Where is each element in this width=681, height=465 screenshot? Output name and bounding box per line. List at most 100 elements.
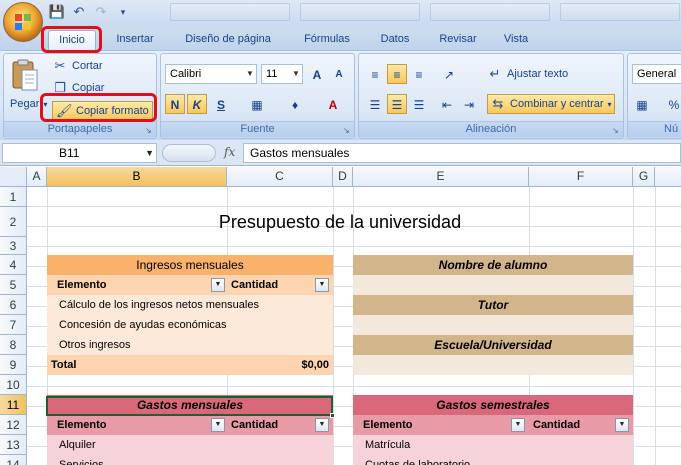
align-bottom-button[interactable]: ≡: [409, 64, 429, 84]
info-nombre-value[interactable]: [353, 275, 633, 295]
column-header-e[interactable]: E: [353, 167, 529, 187]
select-all-corner[interactable]: [0, 167, 27, 187]
font-size-combo[interactable]: 11 ▼: [261, 64, 303, 84]
currency-button[interactable]: ▦: [632, 94, 652, 114]
number-format-combo[interactable]: General: [632, 64, 681, 84]
dialog-launcher-icon[interactable]: ↘: [343, 126, 352, 135]
ingresos-item-1[interactable]: Cálculo de los ingresos netos mensuales: [47, 295, 333, 315]
filter-dropdown-icon[interactable]: ▼: [315, 418, 329, 432]
gastos-semestrales-item-1[interactable]: Matrícula: [353, 435, 529, 455]
underline-button[interactable]: S: [211, 94, 231, 114]
ingresos-item-3[interactable]: Otros ingresos: [47, 335, 227, 355]
column-header-b[interactable]: B: [47, 167, 227, 187]
row-header-9[interactable]: 9: [0, 355, 27, 375]
fill-handle[interactable]: [330, 413, 335, 418]
borders-button[interactable]: ▦: [247, 94, 267, 114]
gastos-semestrales-col-cantidad[interactable]: Cantidad ▼: [529, 415, 633, 435]
merge-center-button[interactable]: ⇆ Combinar y centrar ▾: [487, 94, 615, 114]
row-header-10[interactable]: 10: [0, 375, 27, 395]
row-header-14[interactable]: 14: [0, 455, 27, 465]
column-header-f[interactable]: F: [529, 167, 633, 187]
decrease-indent-button[interactable]: ⇤: [437, 94, 457, 114]
gastos-mensuales-item-1[interactable]: Alquiler: [47, 435, 227, 455]
filter-dropdown-icon[interactable]: ▼: [615, 418, 629, 432]
ingresos-header[interactable]: Ingresos mensuales: [47, 255, 333, 275]
filter-dropdown-icon[interactable]: ▼: [211, 418, 225, 432]
gastos-mensuales-item-1-amount[interactable]: [227, 435, 333, 455]
tab-diseno-pagina[interactable]: Diseño de página: [178, 30, 278, 50]
paste-icon[interactable]: [10, 58, 40, 92]
dialog-launcher-icon[interactable]: ↘: [145, 126, 154, 135]
column-header-a[interactable]: A: [27, 167, 47, 187]
name-box[interactable]: B11 ▼: [2, 143, 157, 163]
undo-icon[interactable]: ↶: [70, 4, 88, 20]
row-header-6[interactable]: 6: [0, 295, 27, 315]
filter-dropdown-icon[interactable]: ▼: [211, 278, 225, 292]
row-header-3[interactable]: 3: [0, 237, 27, 255]
shrink-font-button[interactable]: A: [329, 64, 349, 84]
info-escuela-header[interactable]: Escuela/Universidad: [353, 335, 633, 355]
info-escuela-value[interactable]: [353, 355, 633, 375]
ingresos-total-label[interactable]: Total: [47, 355, 227, 375]
gastos-semestrales-col-elemento[interactable]: Elemento ▼: [353, 415, 529, 435]
row-header-8[interactable]: 8: [0, 335, 27, 355]
percent-button[interactable]: %: [664, 94, 681, 114]
formula-bar-expand-handle[interactable]: [162, 144, 216, 162]
info-nombre-header[interactable]: Nombre de alumno: [353, 255, 633, 275]
ingresos-col-cantidad[interactable]: Cantidad ▼: [227, 275, 333, 295]
gastos-mensuales-item-2[interactable]: Servicios: [47, 455, 227, 465]
column-header-d[interactable]: D: [333, 167, 353, 187]
row-header-13[interactable]: 13: [0, 435, 27, 455]
align-middle-button[interactable]: ≡: [387, 64, 407, 84]
redo-icon[interactable]: ↷: [92, 4, 110, 20]
row-header-5[interactable]: 5: [0, 275, 27, 295]
bold-button[interactable]: N: [165, 94, 185, 114]
fill-color-button[interactable]: ♦: [285, 94, 305, 114]
row-header-11[interactable]: 11: [0, 395, 27, 415]
align-right-button[interactable]: ☰: [409, 94, 429, 114]
info-tutor-value[interactable]: [353, 315, 633, 335]
tab-datos[interactable]: Datos: [372, 30, 418, 50]
tab-revisar[interactable]: Revisar: [432, 30, 484, 50]
tab-formulas[interactable]: Fórmulas: [296, 30, 358, 50]
sheet-title[interactable]: Presupuesto de la universidad: [47, 207, 633, 237]
row-header-2[interactable]: 2: [0, 207, 27, 237]
row-header-7[interactable]: 7: [0, 315, 27, 335]
dialog-launcher-icon[interactable]: ↘: [612, 126, 621, 135]
wrap-text-button[interactable]: ↵ Ajustar texto: [487, 64, 569, 84]
align-left-button[interactable]: ☰: [365, 94, 385, 114]
grow-font-button[interactable]: A: [307, 64, 327, 84]
row-header-4[interactable]: 4: [0, 255, 27, 275]
office-button[interactable]: [3, 2, 43, 42]
column-header-h[interactable]: [655, 167, 681, 187]
filter-dropdown-icon[interactable]: ▼: [511, 418, 525, 432]
active-cell-selection[interactable]: [46, 396, 335, 418]
gastos-semestrales-item-2-amount[interactable]: [529, 455, 633, 465]
column-header-g[interactable]: G: [633, 167, 655, 187]
align-top-button[interactable]: ≡: [365, 64, 385, 84]
customize-icon[interactable]: ▾: [114, 4, 132, 20]
increase-indent-button[interactable]: ⇥: [459, 94, 479, 114]
font-color-button[interactable]: A: [323, 94, 343, 114]
ingresos-total-value[interactable]: $0,00: [227, 355, 333, 375]
cut-button[interactable]: ✂ Cortar: [52, 56, 103, 76]
ingresos-item-3-amount[interactable]: [227, 335, 333, 355]
gastos-semestrales-item-1-amount[interactable]: [529, 435, 633, 455]
orientation-button[interactable]: ↗: [439, 64, 459, 84]
save-icon[interactable]: 💾: [48, 4, 66, 20]
gastos-mensuales-item-2-amount[interactable]: [227, 455, 333, 465]
info-tutor-header[interactable]: Tutor: [353, 295, 633, 315]
tab-vista[interactable]: Vista: [496, 30, 536, 50]
ingresos-col-elemento[interactable]: Elemento ▼: [47, 275, 227, 295]
gastos-semestrales-header[interactable]: Gastos semestrales: [353, 395, 633, 415]
font-name-combo[interactable]: Calibri ▼: [165, 64, 257, 84]
italic-button[interactable]: K: [187, 94, 207, 114]
column-header-c[interactable]: C: [227, 167, 333, 187]
gastos-mensuales-col-cantidad[interactable]: Cantidad ▼: [227, 415, 333, 435]
row-header-1[interactable]: 1: [0, 187, 27, 207]
ingresos-item-2[interactable]: Concesión de ayudas económicas: [47, 315, 333, 335]
tab-insertar[interactable]: Insertar: [108, 30, 162, 50]
filter-dropdown-icon[interactable]: ▼: [315, 278, 329, 292]
align-center-button[interactable]: ☰: [387, 94, 407, 114]
gastos-semestrales-item-2[interactable]: Cuotas de laboratorio: [353, 455, 529, 465]
